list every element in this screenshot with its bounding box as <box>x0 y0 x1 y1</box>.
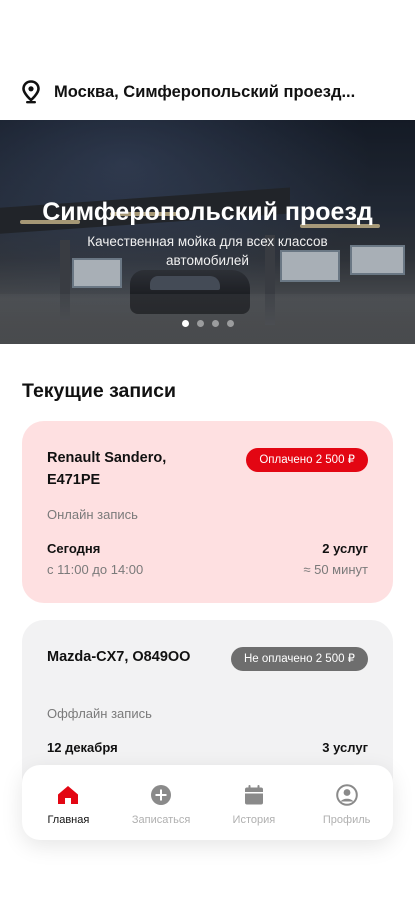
plus-circle-icon <box>151 784 172 805</box>
calendar-icon <box>244 784 263 804</box>
booking-type: Онлайн запись <box>47 507 138 522</box>
payment-status-badge: Оплачено 2 500 ₽ <box>246 448 368 472</box>
location-selector[interactable]: Москва, Симферопольский проезд... <box>22 78 393 106</box>
carousel-dot[interactable] <box>196 320 204 327</box>
banner-title: Симферопольский проезд <box>42 198 373 226</box>
booking-duration: ≈ 50 минут <box>303 562 368 577</box>
booking-car-name: Mazda-CX7, О849ОО <box>47 649 191 665</box>
banner-subtitle: Качественная мойка для всех классов авто… <box>87 234 328 268</box>
carousel-dot[interactable] <box>211 320 219 327</box>
location-address: Москва, Симферопольский проезд... <box>54 82 356 101</box>
carousel-dot[interactable] <box>226 320 234 327</box>
booking-car-name: Renault Sandero, Е471РЕ <box>47 450 167 488</box>
home-icon <box>58 785 79 804</box>
nav-label: Профиль <box>322 813 371 826</box>
booking-type: Оффлайн запись <box>47 706 152 721</box>
booking-date: 12 декабря <box>47 740 118 755</box>
bottom-navigation: Главная Записаться История Профиль <box>22 765 393 840</box>
carousel-dots <box>0 320 415 327</box>
promo-banner[interactable]: Симферопольский проезд Качественная мойк… <box>0 120 415 344</box>
profile-icon <box>335 783 358 806</box>
nav-label: История <box>232 813 276 826</box>
nav-label: Главная <box>47 813 90 826</box>
nav-label: Записаться <box>131 813 191 826</box>
carousel-dot[interactable] <box>181 320 189 327</box>
booking-date: Сегодня <box>47 541 101 556</box>
booking-services-count: 3 услуг <box>322 740 368 755</box>
booking-time: с 11:00 до 14:00 <box>47 562 144 577</box>
booking-card[interactable]: Renault Sandero, Е471РЕ Оплачено 2 500 ₽… <box>22 421 393 603</box>
current-bookings-title: Текущие записи <box>22 380 176 402</box>
nav-item-home[interactable]: Главная <box>24 784 112 826</box>
nav-item-history[interactable]: История <box>210 784 298 826</box>
nav-item-profile[interactable]: Профиль <box>303 783 391 826</box>
booking-services-count: 2 услуг <box>322 541 368 556</box>
nav-item-book[interactable]: Записаться <box>117 784 205 826</box>
payment-status-badge: Не оплачено 2 500 ₽ <box>231 647 368 671</box>
location-pin-icon <box>22 80 40 104</box>
